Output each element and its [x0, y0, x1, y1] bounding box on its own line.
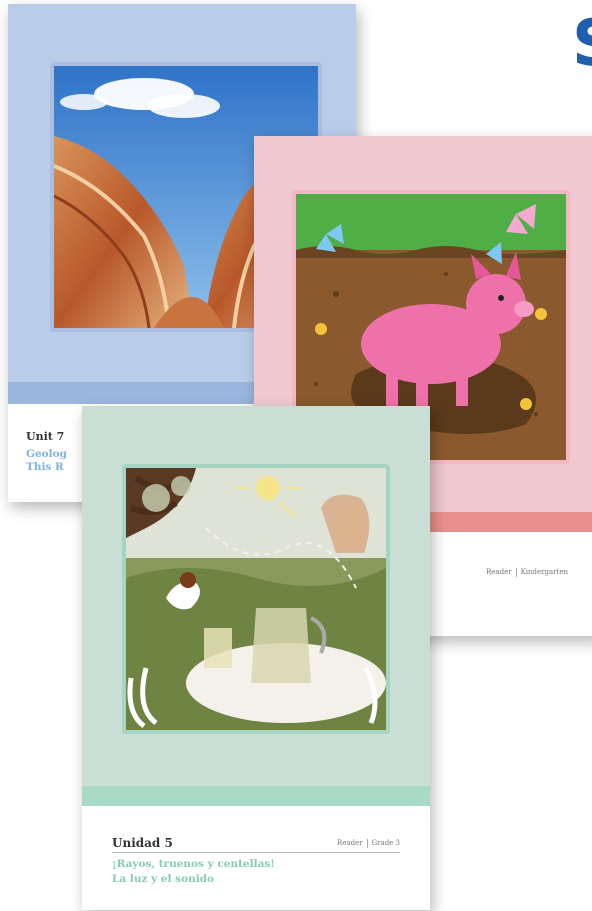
cover-band [82, 786, 430, 806]
book-meta: Reader Kindergarten [486, 568, 568, 577]
book-cover-sound[interactable]: Unidad 5 Reader Grade 3 ¡Rayos, truenos … [82, 406, 430, 910]
book-subtitle: La luz y el sonido [112, 873, 215, 885]
page-heading: S [572, 12, 592, 76]
footer-rule [112, 852, 400, 853]
book-title: ¡Rayos, truenos y centellas! [112, 858, 275, 870]
cover-footer: Unidad 5 Reader Grade 3 ¡Rayos, truenos … [82, 806, 430, 910]
unit-label: Unidad 5 [112, 836, 173, 850]
meta-divider [515, 568, 517, 577]
garden-illustration [122, 464, 390, 734]
meta-divider [366, 839, 368, 848]
unit-label: Unit 7 [26, 430, 65, 443]
book-meta: Reader Grade 3 [337, 839, 400, 848]
